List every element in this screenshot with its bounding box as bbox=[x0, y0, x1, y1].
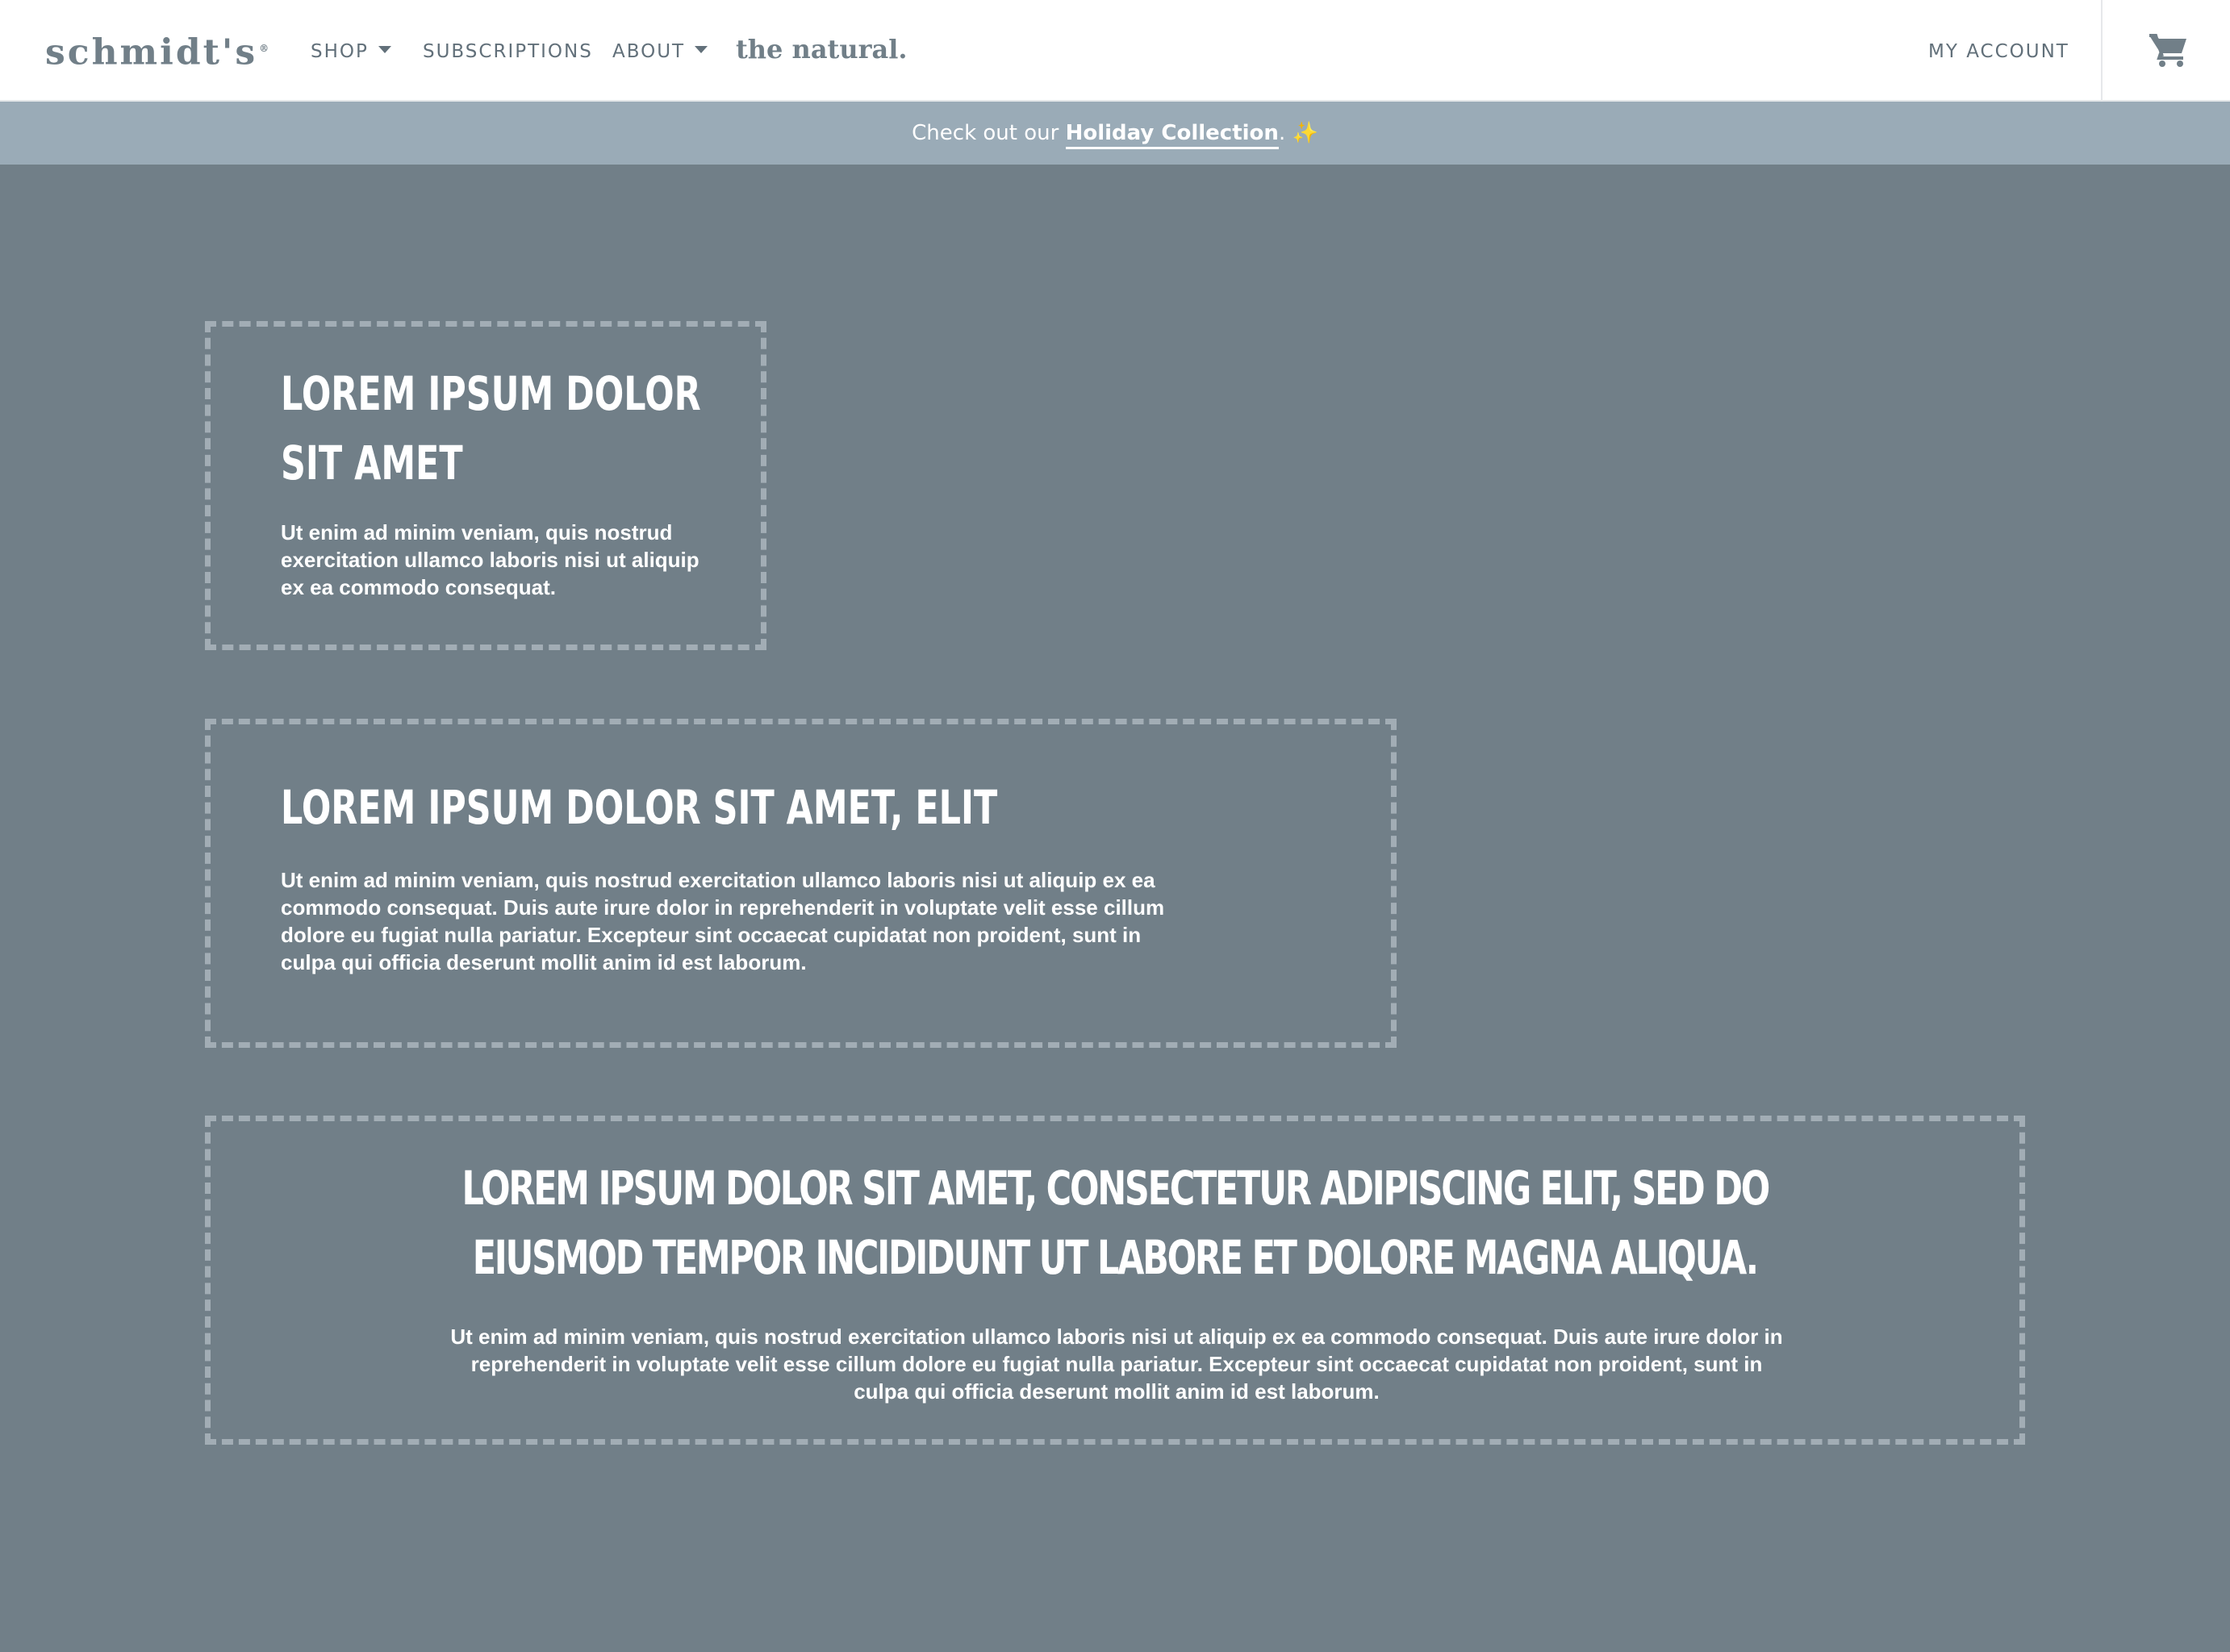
site-header: schmidt's ® SHOP SUBSCRIPTIONS ABOUT the … bbox=[0, 0, 2230, 102]
box-heading: LOREM IPSUM DOLOR SIT AMET bbox=[281, 359, 701, 498]
brand-logo[interactable]: schmidt's ® bbox=[45, 24, 271, 73]
nav-shop[interactable]: SHOP bbox=[311, 35, 391, 68]
registered-mark: ® bbox=[259, 43, 272, 54]
box-body: Ut enim ad minim veniam, quis nostrud ex… bbox=[281, 868, 1165, 974]
announcement-suffix: . bbox=[1278, 121, 1292, 145]
content-box-medium: LOREM IPSUM DOLOR SIT AMET, ELIT Ut enim… bbox=[205, 719, 1397, 1048]
cart-icon bbox=[2149, 34, 2186, 67]
announcement-bar: Check out our Holiday Collection. ✨ bbox=[0, 102, 2230, 165]
nav-subscriptions-label: SUBSCRIPTIONS bbox=[423, 41, 593, 62]
sparkles-icon: ✨ bbox=[1292, 121, 1318, 145]
nav-subscriptions[interactable]: SUBSCRIPTIONS bbox=[423, 35, 593, 68]
box-heading: LOREM IPSUM DOLOR SIT AMET, ELIT bbox=[281, 780, 998, 835]
content-box-small: LOREM IPSUM DOLOR SIT AMET Ut enim ad mi… bbox=[205, 321, 766, 650]
box-heading-line-1: LOREM IPSUM DOLOR SIT AMET, CONSECTETUR … bbox=[461, 1161, 1770, 1216]
box-heading-line-2: SIT AMET bbox=[281, 436, 463, 490]
chevron-down-icon bbox=[378, 46, 391, 53]
holiday-collection-link[interactable]: Holiday Collection bbox=[1065, 121, 1279, 149]
nav-about-label: ABOUT bbox=[612, 41, 686, 62]
announcement-prefix: Check out our bbox=[912, 121, 1066, 145]
brand-logo-text: schmidt's bbox=[45, 31, 258, 73]
box-body: Ut enim ad minim veniam, quis nostrud ex… bbox=[281, 520, 699, 599]
chevron-down-icon bbox=[695, 46, 708, 53]
box-body: Ut enim ad minim veniam, quis nostrud ex… bbox=[450, 1325, 1783, 1404]
box-heading: LOREM IPSUM DOLOR SIT AMET, CONSECTETUR … bbox=[211, 1153, 2019, 1292]
box-heading-line-2: EIUSMOD TEMPOR INCIDIDUNT UT LABORE ET D… bbox=[472, 1230, 1759, 1285]
nav-about[interactable]: ABOUT bbox=[612, 35, 708, 68]
the-natural-link[interactable]: the natural. bbox=[736, 31, 907, 68]
nav-shop-label: SHOP bbox=[311, 41, 369, 62]
cart-button[interactable] bbox=[2101, 0, 2230, 102]
content-box-large: LOREM IPSUM DOLOR SIT AMET, CONSECTETUR … bbox=[205, 1116, 2025, 1445]
box-heading-line-1: LOREM IPSUM DOLOR bbox=[281, 366, 701, 421]
my-account-link[interactable]: MY ACCOUNT bbox=[1928, 35, 2069, 68]
